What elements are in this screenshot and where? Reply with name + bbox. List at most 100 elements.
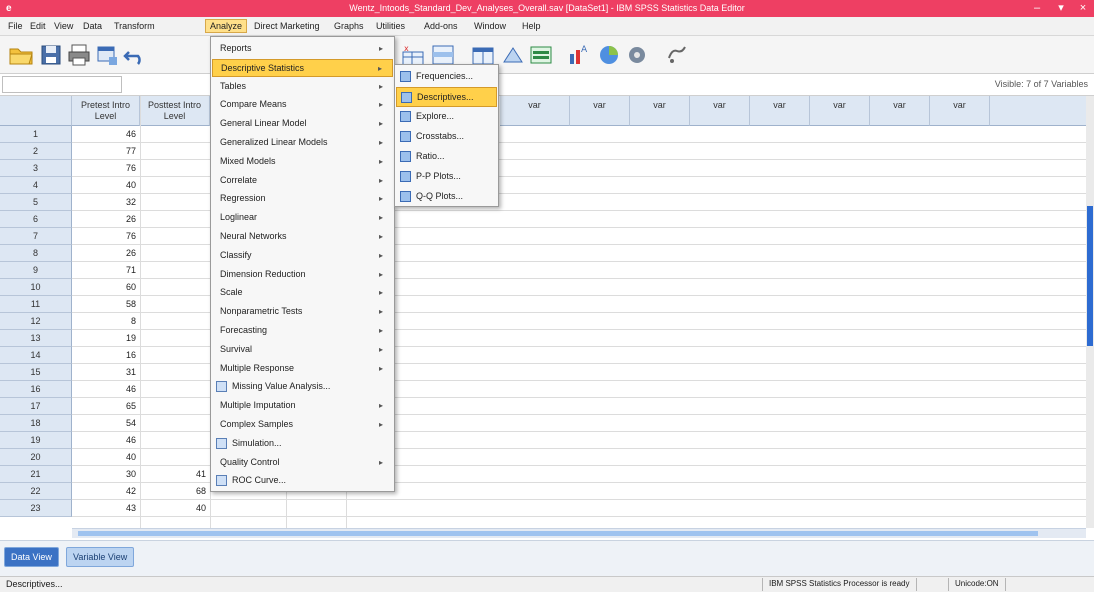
menu-view[interactable]: View (50, 20, 77, 34)
analyze-menu-item[interactable]: Dimension Reduction ▸ (212, 266, 393, 284)
tab-data-view[interactable]: Data View (4, 547, 59, 567)
descriptive-submenu-item[interactable]: Crosstabs... (396, 127, 497, 147)
horizontal-scrollbar[interactable] (72, 528, 1086, 538)
row-header[interactable]: 22 (0, 483, 72, 500)
cell-posttest[interactable] (140, 143, 210, 160)
analyze-menu-item[interactable]: Loglinear ▸ (212, 209, 393, 227)
row-header[interactable]: 3 (0, 160, 72, 177)
row-header[interactable]: 4 (0, 177, 72, 194)
weight-cases-icon[interactable] (500, 42, 526, 68)
analyze-menu-item[interactable]: Simulation... (212, 435, 393, 453)
column-header-var[interactable]: var (930, 96, 990, 126)
cell-posttest[interactable] (140, 194, 210, 211)
analyze-menu-item[interactable]: ROC Curve... (212, 472, 393, 490)
cell-pretest[interactable]: 76 (72, 160, 140, 177)
column-header-var[interactable]: var (810, 96, 870, 126)
cell-pretest[interactable]: 71 (72, 262, 140, 279)
descriptive-submenu-item[interactable]: Q-Q Plots... (396, 187, 497, 207)
row-header[interactable]: 16 (0, 381, 72, 398)
cell-posttest[interactable] (140, 432, 210, 449)
cell-pretest[interactable]: 54 (72, 415, 140, 432)
cell-pretest[interactable]: 58 (72, 296, 140, 313)
cell-posttest[interactable] (140, 415, 210, 432)
tab-variable-view[interactable]: Variable View (66, 547, 135, 567)
cell-pretest[interactable]: 8 (72, 313, 140, 330)
row-header[interactable]: 12 (0, 313, 72, 330)
analyze-menu-item[interactable]: Survival ▸ (212, 341, 393, 359)
analyze-menu-item[interactable]: Reports ▸ (212, 40, 393, 58)
cell-pretest[interactable]: 46 (72, 432, 140, 449)
analyze-menu-item[interactable]: Descriptive Statistics ▸ (212, 58, 393, 77)
descriptive-submenu-item[interactable]: Ratio... (396, 147, 497, 167)
cell-pretest[interactable]: 40 (72, 449, 140, 466)
analyze-menu-item[interactable]: General Linear Model ▸ (212, 115, 393, 133)
analyze-menu-item[interactable]: Regression ▸ (212, 190, 393, 208)
row-header[interactable]: 13 (0, 330, 72, 347)
open-folder-icon[interactable] (8, 42, 34, 68)
cell-pretest[interactable]: 31 (72, 364, 140, 381)
analyze-menu-item[interactable]: Neural Networks ▸ (212, 228, 393, 246)
row-header[interactable]: 7 (0, 228, 72, 245)
cell-posttest[interactable] (140, 211, 210, 228)
analyze-menu-item[interactable]: Mixed Models ▸ (212, 153, 393, 171)
row-header[interactable]: 6 (0, 211, 72, 228)
descriptive-submenu-item[interactable]: P-P Plots... (396, 167, 497, 187)
vertical-scrollbar[interactable] (1086, 96, 1094, 528)
cell-posttest[interactable] (140, 126, 210, 143)
row-header[interactable]: 18 (0, 415, 72, 432)
minimize-button[interactable]: – (1026, 1, 1048, 15)
cell-reference-box[interactable] (2, 76, 122, 93)
cell-pretest[interactable]: 30 (72, 466, 140, 483)
value-labels-icon[interactable]: A (566, 42, 592, 68)
menu-file[interactable]: File (4, 20, 27, 34)
show-all-variables-icon[interactable] (624, 42, 650, 68)
data-grid[interactable]: Pretest Intro Level Posttest Intro Level… (0, 96, 1090, 528)
cell-posttest[interactable]: 68 (140, 483, 210, 500)
column-header-var[interactable]: var (570, 96, 630, 126)
cell-posttest[interactable] (140, 313, 210, 330)
column-header-var[interactable]: var (690, 96, 750, 126)
analyze-menu-item[interactable]: Generalized Linear Models ▸ (212, 134, 393, 152)
descriptive-submenu-item[interactable]: Descriptives... (396, 87, 497, 107)
row-header[interactable]: 15 (0, 364, 72, 381)
row-header[interactable]: 1 (0, 126, 72, 143)
menu-graphs[interactable]: Graphs (330, 20, 368, 34)
row-header[interactable]: 19 (0, 432, 72, 449)
cell-posttest[interactable] (140, 364, 210, 381)
menu-edit[interactable]: Edit (26, 20, 50, 34)
cell-posttest[interactable] (140, 228, 210, 245)
row-header[interactable]: 21 (0, 466, 72, 483)
cell-pretest[interactable]: 26 (72, 245, 140, 262)
row-header[interactable]: 10 (0, 279, 72, 296)
row-header[interactable]: 8 (0, 245, 72, 262)
cell-pretest[interactable]: 46 (72, 381, 140, 398)
cell-pretest[interactable]: 60 (72, 279, 140, 296)
menu-help[interactable]: Help (518, 20, 545, 34)
cell-posttest[interactable] (140, 296, 210, 313)
cell-pretest[interactable]: 77 (72, 143, 140, 160)
column-header-var[interactable]: var (630, 96, 690, 126)
analyze-menu-item[interactable]: Missing Value Analysis... (212, 378, 393, 396)
cell-posttest[interactable] (140, 330, 210, 347)
cell-pretest[interactable]: 65 (72, 398, 140, 415)
horizontal-scroll-thumb[interactable] (78, 531, 1038, 536)
cell-posttest[interactable] (140, 245, 210, 262)
menu-utilities[interactable]: Utilities (372, 20, 409, 34)
menu-direct-marketing[interactable]: Direct Marketing (250, 20, 324, 34)
cell-posttest[interactable] (140, 262, 210, 279)
cell-pretest[interactable]: 43 (72, 500, 140, 517)
cell-pretest[interactable]: 16 (72, 347, 140, 364)
vertical-scroll-thumb[interactable] (1087, 206, 1093, 346)
row-header[interactable]: 2 (0, 143, 72, 160)
close-button[interactable]: × (1072, 1, 1094, 15)
row-header[interactable]: 14 (0, 347, 72, 364)
column-header-var[interactable]: var (500, 96, 570, 126)
cell-pretest[interactable]: 46 (72, 126, 140, 143)
column-header-pretest[interactable]: Pretest Intro Level (72, 96, 140, 126)
analyze-menu-item[interactable]: Correlate ▸ (212, 172, 393, 190)
analyze-menu-item[interactable]: Multiple Response ▸ (212, 360, 393, 378)
row-header[interactable]: 5 (0, 194, 72, 211)
row-header[interactable]: 23 (0, 500, 72, 517)
cell-posttest[interactable]: 41 (140, 466, 210, 483)
menu-addons[interactable]: Add-ons (420, 20, 462, 34)
